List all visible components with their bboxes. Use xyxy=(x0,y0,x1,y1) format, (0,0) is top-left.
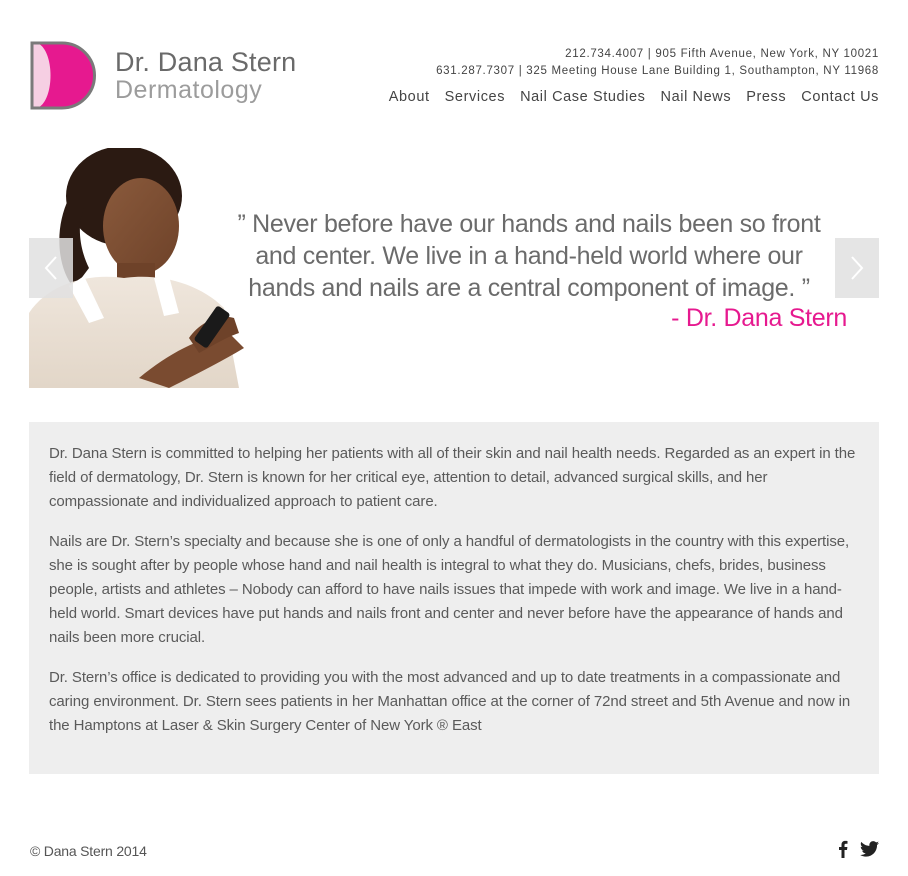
about-paragraph-2: Nails are Dr. Stern’s specialty and beca… xyxy=(49,533,850,646)
nav-contact-us[interactable]: Contact Us xyxy=(801,89,879,105)
logo-mark-icon xyxy=(30,41,96,110)
about-content: Dr. Dana Stern is committed to helping h… xyxy=(29,422,879,774)
about-paragraph-1: Dr. Dana Stern is committed to helping h… xyxy=(49,445,856,510)
facebook-icon[interactable] xyxy=(838,840,848,863)
nav-about[interactable]: About xyxy=(389,89,430,105)
twitter-icon[interactable] xyxy=(860,841,879,862)
brand-subtitle: Dermatology xyxy=(115,76,263,104)
hero-quote: ” Never before have our hands and nails … xyxy=(237,210,821,302)
nav-services[interactable]: Services xyxy=(445,89,505,105)
nav-nail-news[interactable]: Nail News xyxy=(661,89,732,105)
chevron-right-icon xyxy=(851,256,864,280)
hero-slider: ” Never before have our hands and nails … xyxy=(29,148,879,388)
main-nav: About Services Nail Case Studies Nail Ne… xyxy=(389,89,879,105)
logo[interactable]: Dr. Dana Stern Dermatology xyxy=(30,41,330,111)
slider-prev-button[interactable] xyxy=(29,238,73,298)
about-paragraph-3: Dr. Stern’s office is dedicated to provi… xyxy=(49,669,851,734)
social-links xyxy=(838,840,879,863)
footer-copyright: © Dana Stern 2014 xyxy=(30,843,147,859)
chevron-left-icon xyxy=(44,256,57,280)
nav-press[interactable]: Press xyxy=(746,89,786,105)
contact-line-manhattan: 212.734.4007 | 905 Fifth Avenue, New Yor… xyxy=(565,48,879,60)
brand-name: Dr. Dana Stern xyxy=(115,47,297,77)
nav-nail-case-studies[interactable]: Nail Case Studies xyxy=(520,89,645,105)
slider-next-button[interactable] xyxy=(835,238,879,298)
contact-info: 212.734.4007 | 905 Fifth Avenue, New Yor… xyxy=(436,46,879,80)
contact-line-southampton: 631.287.7307 | 325 Meeting House Lane Bu… xyxy=(436,65,879,77)
hero-quote-author: - Dr. Dana Stern xyxy=(671,304,847,332)
